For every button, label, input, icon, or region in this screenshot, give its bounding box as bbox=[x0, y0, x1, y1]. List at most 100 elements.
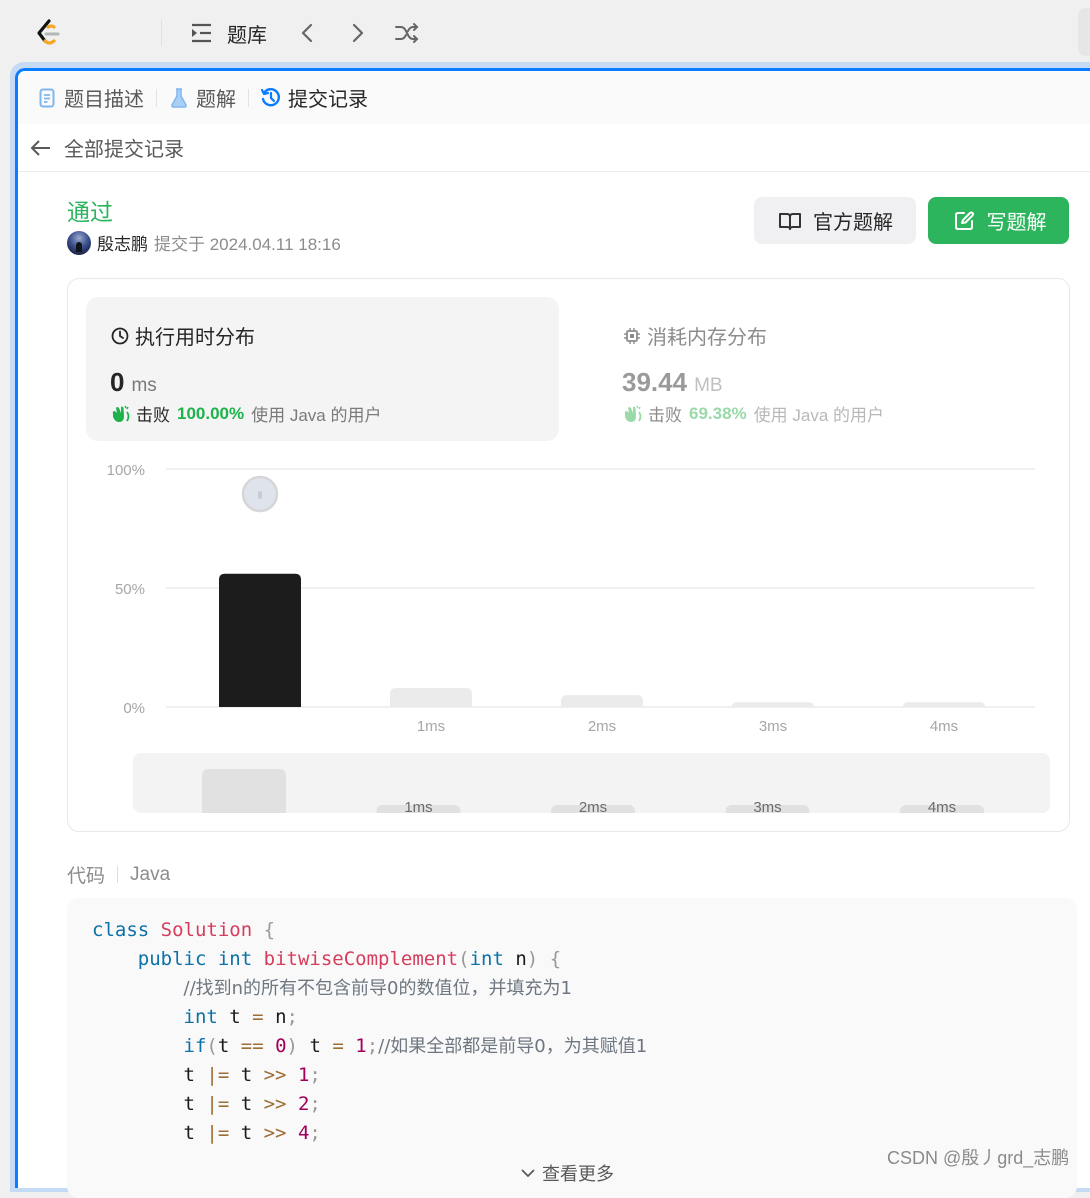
submission-status: 通过 bbox=[67, 199, 113, 225]
runtime-value: 0 ms bbox=[110, 367, 157, 398]
tab-divider bbox=[248, 88, 249, 107]
top-navbar: 题库 bbox=[0, 0, 1090, 62]
runtime-beat: 击败 100.00% 使用 Java 的用户 bbox=[110, 401, 381, 426]
runtime-title: 执行用时分布 bbox=[110, 321, 255, 350]
topbar-divider bbox=[161, 20, 162, 46]
show-more-label: 查看更多 bbox=[542, 1164, 614, 1184]
submitted-time: 提交于 2024.04.11 18:16 bbox=[154, 235, 341, 254]
chevron-down-icon bbox=[520, 1163, 536, 1184]
runtime-number: 0 bbox=[110, 367, 125, 397]
write-solution-button[interactable]: 写题解 bbox=[928, 197, 1069, 244]
code-line: t |= t >> 2; bbox=[92, 1093, 321, 1115]
submission-meta: 殷志鹏 提交于 2024.04.11 18:16 bbox=[67, 230, 341, 255]
code-content: class Solution { public int bitwiseCompl… bbox=[92, 916, 647, 1148]
overview-tick-label: 3ms bbox=[753, 799, 781, 813]
beat-label: 击败 bbox=[648, 406, 682, 425]
history-icon bbox=[260, 87, 282, 109]
clock-icon bbox=[110, 326, 130, 346]
bar-2ms bbox=[561, 695, 643, 707]
back-to-all-submissions[interactable]: 全部提交记录 bbox=[18, 124, 1090, 172]
y-tick-label: 50% bbox=[115, 581, 145, 598]
book-icon bbox=[777, 208, 803, 234]
y-tick-label: 0% bbox=[123, 700, 145, 717]
user-avatar-marker bbox=[241, 475, 279, 513]
x-tick-label: 1ms bbox=[417, 718, 445, 735]
back-label: 全部提交记录 bbox=[64, 139, 184, 161]
show-more-button[interactable]: 查看更多 bbox=[520, 1160, 614, 1186]
tab-solutions[interactable]: 题解 bbox=[168, 83, 236, 113]
list-icon[interactable] bbox=[186, 18, 216, 48]
bar-3ms bbox=[732, 702, 814, 707]
code-header-divider bbox=[117, 866, 119, 883]
beat-percent: 69.38% bbox=[689, 403, 747, 423]
tab-description[interactable]: 题目描述 bbox=[36, 83, 144, 113]
memory-value: 39.44 MB bbox=[622, 367, 723, 398]
overview-svg: 1ms 2ms 3ms 4ms bbox=[202, 769, 984, 813]
code-line: int t = n; bbox=[183, 1006, 298, 1028]
code-header: 代码 Java bbox=[67, 861, 170, 888]
document-icon bbox=[36, 87, 58, 109]
chip-icon bbox=[622, 326, 642, 346]
chart-svg: 0% 50% 100% 1ms 2ms 3ms 4ms bbox=[107, 462, 1035, 735]
clap-icon bbox=[112, 405, 130, 422]
overview-tick-label: 2ms bbox=[579, 799, 607, 813]
y-tick-label: 100% bbox=[107, 462, 145, 479]
code-language: Java bbox=[130, 863, 171, 885]
code-line: //找到n的所有不包含前导0的数值位，并填充为1 bbox=[183, 978, 572, 999]
watermark: CSDN @殷丿grd_志鹏 bbox=[887, 1148, 1070, 1168]
official-solution-button[interactable]: 官方题解 bbox=[754, 197, 916, 244]
arrow-left-icon[interactable] bbox=[28, 135, 54, 161]
clap-icon bbox=[624, 405, 642, 422]
overview-tick-label: 1ms bbox=[404, 799, 432, 813]
performance-card: 执行用时分布 0 ms 击败 100.00% 使用 Java 的用户 消耗内存分… bbox=[67, 278, 1070, 832]
runtime-distribution-chart: 0% 50% 100% 1ms 2ms 3ms 4ms bbox=[68, 449, 1071, 749]
chart-overview-scrollbar[interactable]: 1ms 2ms 3ms 4ms bbox=[133, 753, 1050, 813]
tab-divider bbox=[156, 88, 157, 107]
chevron-left-icon[interactable] bbox=[292, 18, 322, 48]
tab-label: 题解 bbox=[196, 89, 236, 111]
tab-submissions[interactable]: 提交记录 bbox=[260, 83, 368, 113]
user-name[interactable]: 殷志鹏 bbox=[97, 230, 148, 255]
flask-icon bbox=[168, 87, 190, 109]
avatar[interactable] bbox=[67, 230, 91, 255]
marker-avatar-figure bbox=[258, 491, 262, 499]
memory-number: 39.44 bbox=[622, 367, 688, 397]
code-line: public int bitwiseComplement(int n) { bbox=[137, 948, 562, 970]
beat-description: 使用 Java 的用户 bbox=[251, 406, 382, 425]
x-tick-label: 2ms bbox=[588, 718, 616, 735]
memory-unit: MB bbox=[694, 375, 723, 396]
code-line: if(t == 0) t = 1;//如果全部都是前导0，为其赋值1 bbox=[183, 1035, 648, 1057]
runtime-title-text: 执行用时分布 bbox=[135, 327, 255, 349]
chevron-right-icon[interactable] bbox=[343, 18, 373, 48]
official-solution-label: 官方题解 bbox=[813, 212, 893, 234]
code-label: 代码 bbox=[67, 866, 106, 887]
code-line: t |= t >> 4; bbox=[92, 1122, 321, 1144]
overview-tick-label: 4ms bbox=[928, 799, 956, 813]
code-line: t |= t >> 1; bbox=[92, 1064, 321, 1086]
write-solution-label: 写题解 bbox=[986, 212, 1047, 234]
problem-list-link[interactable]: 题库 bbox=[227, 18, 267, 48]
bar-1ms bbox=[390, 687, 472, 707]
x-tick-label: 3ms bbox=[759, 718, 787, 735]
leetcode-logo[interactable] bbox=[32, 16, 66, 50]
panel-tabs: 题目描述 题解 提交记录 bbox=[18, 71, 1090, 124]
bar-4ms bbox=[903, 702, 985, 707]
bar-0ms bbox=[219, 573, 301, 707]
overview-bar-0ms bbox=[202, 769, 286, 813]
tab-label: 提交记录 bbox=[288, 89, 368, 111]
topbar-right-button[interactable] bbox=[1078, 8, 1090, 56]
code-line: class Solution { bbox=[92, 919, 276, 941]
runtime-unit: ms bbox=[131, 375, 157, 396]
edit-icon bbox=[951, 208, 977, 234]
memory-stat-tab[interactable]: 消耗内存分布 39.44 MB 击败 69.38% 使用 Java 的用户 bbox=[598, 297, 1071, 441]
shuffle-icon[interactable] bbox=[392, 18, 422, 48]
memory-title: 消耗内存分布 bbox=[622, 321, 767, 350]
memory-title-text: 消耗内存分布 bbox=[647, 327, 767, 349]
beat-description: 使用 Java 的用户 bbox=[753, 406, 885, 425]
memory-beat: 击败 69.38% 使用 Java 的用户 bbox=[622, 401, 884, 426]
beat-percent: 100.00% bbox=[177, 403, 245, 423]
x-tick-label: 4ms bbox=[930, 718, 958, 735]
tab-label: 题目描述 bbox=[64, 89, 144, 111]
runtime-stat-tab[interactable]: 执行用时分布 0 ms 击败 100.00% 使用 Java 的用户 bbox=[86, 297, 559, 441]
beat-label: 击败 bbox=[136, 406, 170, 425]
